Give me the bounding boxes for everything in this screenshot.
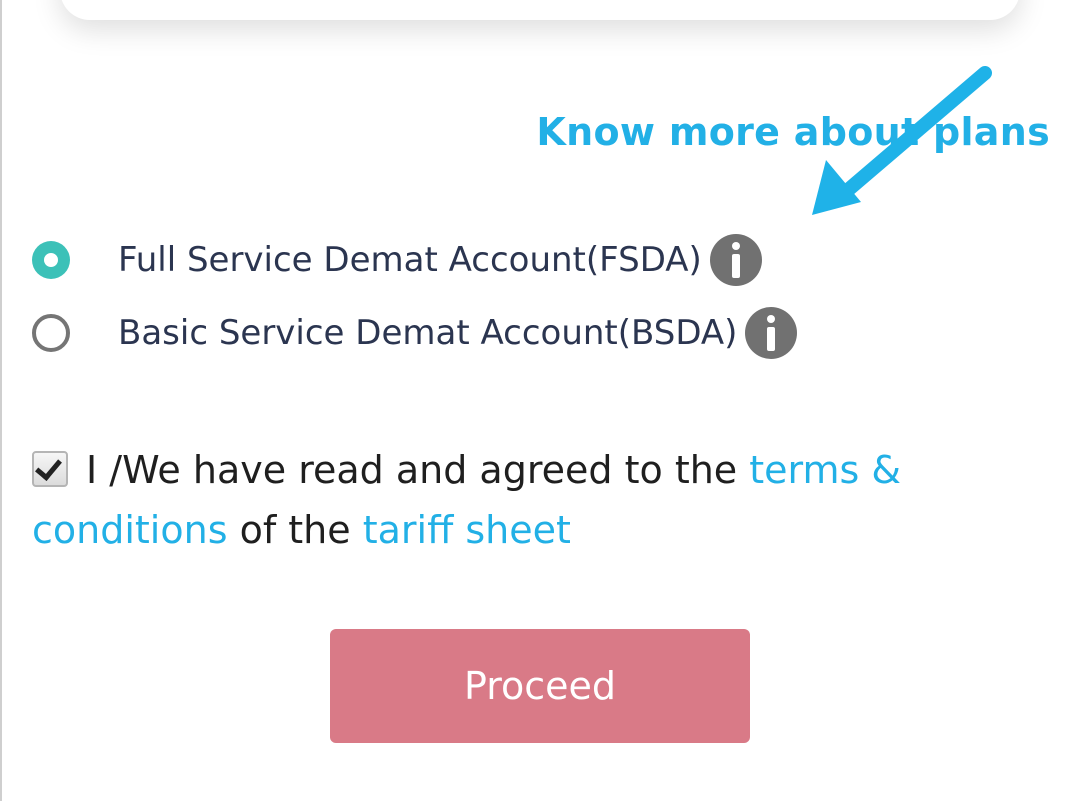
info-icon[interactable] (745, 307, 798, 359)
agreement-text: I /We have read and agreed to the (86, 448, 750, 492)
proceed-button[interactable]: Proceed (330, 629, 750, 743)
plan-label-bsda: Basic Service Demat Account(BSDA) (118, 313, 738, 353)
agreement-text-middle: of the (227, 508, 363, 552)
plan-option-bsda[interactable]: Basic Service Demat Account(BSDA) (32, 307, 798, 359)
radio-bsda[interactable] (32, 314, 70, 352)
plan-option-fsda[interactable]: Full Service Demat Account(FSDA) (32, 234, 762, 286)
terms-agreement: I /We have read and agreed to the terms … (32, 440, 1022, 560)
tariff-sheet-link[interactable]: tariff sheet (363, 508, 571, 552)
radio-fsda[interactable] (32, 241, 70, 279)
info-icon[interactable] (709, 234, 762, 286)
agree-checkbox[interactable] (32, 451, 68, 487)
plan-label-fsda: Full Service Demat Account(FSDA) (118, 240, 702, 280)
